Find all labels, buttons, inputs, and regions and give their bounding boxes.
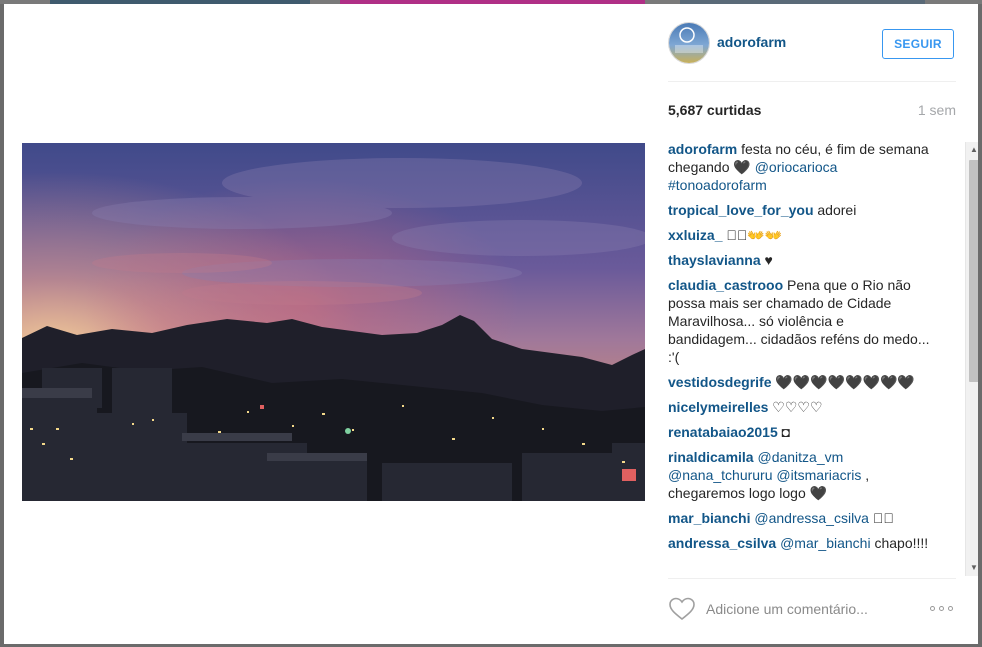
scroll-down-arrow-icon[interactable]: ▼ bbox=[966, 560, 978, 576]
comment-text: ♥ bbox=[760, 252, 773, 268]
comment-item: thayslavianna ♥ bbox=[668, 251, 930, 269]
footer-divider bbox=[668, 578, 956, 579]
comment-username[interactable]: tropical_love_for_you bbox=[668, 202, 814, 218]
comment-username[interactable]: claudia_castrooo bbox=[668, 277, 783, 293]
more-options-dot bbox=[948, 606, 953, 611]
comment-text: chapo!!!! ⃞⃞⃞ bbox=[874, 535, 929, 551]
scroll-up-arrow-icon[interactable]: ▲ bbox=[966, 142, 978, 158]
more-options-icon bbox=[930, 606, 935, 611]
comment-input[interactable] bbox=[706, 598, 906, 620]
comment-item: rinaldicamila @danitza_vm @nana_tchururu… bbox=[668, 448, 930, 502]
comment-username[interactable]: rinaldicamila bbox=[668, 449, 754, 465]
photo-area bbox=[4, 4, 655, 644]
post-username[interactable]: adorofarm bbox=[717, 34, 786, 50]
avatar[interactable] bbox=[668, 22, 710, 64]
comment-text: 🖤🖤🖤🖤🖤🖤🖤🖤 bbox=[771, 374, 915, 390]
comment-text: ♡♡♡♡ bbox=[768, 399, 823, 415]
comments-scrollbar[interactable]: ▲ ▼ bbox=[965, 142, 978, 576]
comments-list[interactable]: adorofarm festa no céu, é fim de semana … bbox=[668, 140, 958, 570]
more-options-dot bbox=[939, 606, 944, 611]
comment-text: ◘ bbox=[777, 424, 791, 440]
comment-item: adorofarm festa no céu, é fim de semana … bbox=[668, 140, 930, 194]
scroll-thumb[interactable] bbox=[969, 160, 978, 382]
post-timestamp[interactable]: 1 sem bbox=[903, 102, 956, 118]
comment-username[interactable]: adorofarm bbox=[668, 141, 737, 157]
comment-text: ⃞⃞ bbox=[868, 510, 894, 526]
post-footer bbox=[668, 594, 958, 626]
comment-username[interactable]: mar_bianchi bbox=[668, 510, 750, 526]
comment-item: xxluiza_ ⃞⃞👐👐 bbox=[668, 226, 930, 244]
comment-item: nicelymeirelles ♡♡♡♡ bbox=[668, 398, 930, 416]
post-sidebar: adorofarm SEGUIR 5,687 curtidas 1 sem ad… bbox=[655, 4, 978, 644]
comment-username[interactable]: vestidosdegrife bbox=[668, 374, 771, 390]
comment-mention[interactable]: #tonoadorofarm bbox=[668, 177, 767, 193]
comment-username[interactable]: nicelymeirelles bbox=[668, 399, 768, 415]
comment-text: adorei bbox=[813, 202, 857, 218]
comment-mention[interactable]: @nana_tchururu bbox=[668, 467, 773, 483]
comment-mention[interactable]: @oriocarioca bbox=[755, 159, 838, 175]
comment-mention[interactable]: @andressa_csilva bbox=[754, 510, 869, 526]
comment-item: vestidosdegrife 🖤🖤🖤🖤🖤🖤🖤🖤 bbox=[668, 373, 930, 391]
post-photo[interactable] bbox=[22, 143, 645, 501]
comment-mention[interactable]: @danitza_vm bbox=[757, 449, 843, 465]
comment-item: tropical_love_for_you adorei bbox=[668, 201, 930, 219]
post-header: adorofarm SEGUIR bbox=[668, 22, 956, 80]
comment-mention[interactable]: @itsmariacris bbox=[776, 467, 861, 483]
comment-item: claudia_castrooo Pena que o Rio não poss… bbox=[668, 276, 930, 366]
comment-username[interactable]: andressa_csilva bbox=[668, 535, 776, 551]
heart-outline-icon bbox=[669, 597, 695, 621]
comment-item: mar_bianchi @andressa_csilva ⃞⃞ bbox=[668, 509, 930, 527]
comment-item: renatabaiao2015 ◘ bbox=[668, 423, 930, 441]
like-button[interactable] bbox=[668, 596, 696, 622]
likes-count[interactable]: 5,687 curtidas bbox=[668, 102, 761, 118]
comment-username[interactable]: xxluiza_ bbox=[668, 227, 722, 243]
follow-button[interactable]: SEGUIR bbox=[882, 29, 954, 59]
comment-item: andressa_csilva @mar_bianchi chapo!!!! ⃞… bbox=[668, 534, 930, 570]
comment-username[interactable]: renatabaiao2015 bbox=[668, 424, 778, 440]
post-modal: adorofarm SEGUIR 5,687 curtidas 1 sem ad… bbox=[4, 4, 978, 644]
header-divider bbox=[668, 81, 956, 82]
comment-text: ⃞⃞👐👐 bbox=[722, 227, 783, 243]
comment-mention[interactable]: @mar_bianchi bbox=[780, 535, 870, 551]
more-options-button[interactable] bbox=[930, 600, 956, 616]
comment-username[interactable]: thayslavianna bbox=[668, 252, 761, 268]
